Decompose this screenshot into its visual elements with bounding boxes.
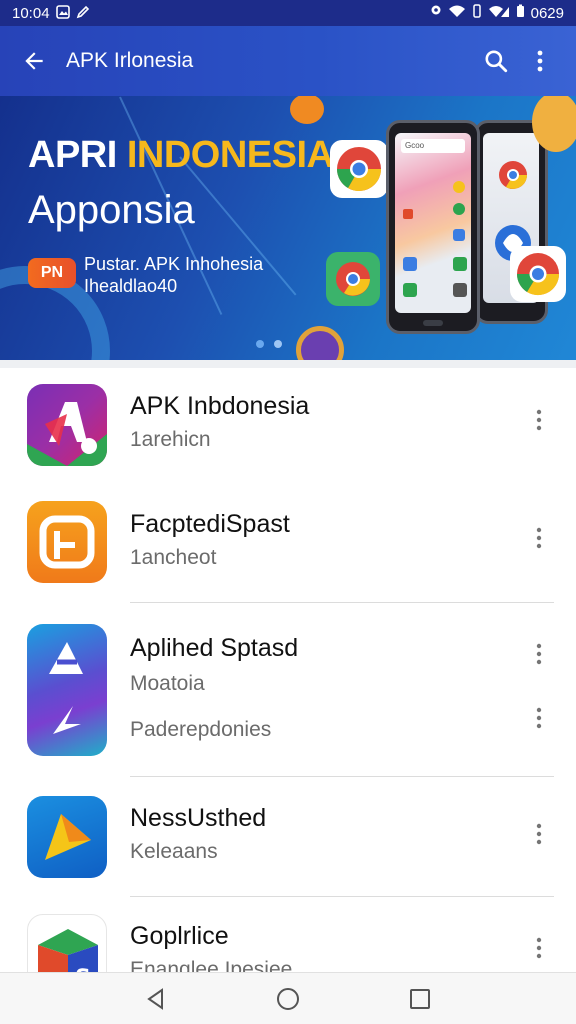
- phone-mockup-front: Gcoo: [386, 120, 480, 334]
- app-more-button[interactable]: [524, 930, 554, 966]
- list-item[interactable]: NessUsthed Keleaans: [0, 778, 576, 897]
- square-recents-icon: [410, 988, 430, 1009]
- list-item[interactable]: Aplihed Sptasd Moatoia Paderepdonies: [0, 604, 576, 778]
- app-subtitle: Moatoia: [130, 672, 205, 695]
- back-button[interactable]: [14, 41, 54, 81]
- location-icon: [430, 4, 442, 22]
- more-vert-icon: [537, 50, 543, 72]
- search-button[interactable]: [474, 39, 518, 83]
- circle-home-icon: [277, 987, 299, 1010]
- promo-banner[interactable]: APRI INDONESIA Apponsia PN Pustar. APK I…: [0, 96, 576, 360]
- image-notification-icon: [55, 5, 70, 21]
- banner-tagline-1: Pustar. APK Inhohesia: [84, 254, 264, 274]
- list-item[interactable]: APK Inbdonesia 1arehicn: [0, 368, 576, 486]
- battery-text: 0629: [530, 4, 564, 22]
- app-name: Goplrlice: [130, 922, 229, 950]
- more-vert-icon: [536, 409, 542, 431]
- banner-title-white: APRI: [28, 134, 117, 176]
- app-bar-title: APK Irlonesia: [66, 49, 194, 72]
- arrow-left-icon: [25, 52, 43, 70]
- page-dot[interactable]: [274, 340, 282, 348]
- signal-icon: [488, 4, 510, 22]
- banner-title-yellow: INDONESIA: [126, 134, 334, 176]
- more-vert-icon: [536, 937, 542, 959]
- more-vert-icon: [536, 823, 542, 845]
- chrome-green-icon: [326, 252, 380, 306]
- status-bar: 10:04 0629: [0, 0, 576, 26]
- phone-search-bar: Gcoo: [401, 139, 465, 153]
- status-bar-right: 0629: [430, 4, 564, 22]
- banner-title: APRI INDONESIA: [28, 134, 334, 177]
- app-bar: APK Irlonesia: [0, 26, 576, 96]
- status-bar-left: 10:04: [12, 5, 90, 22]
- row-divider: [130, 776, 554, 777]
- search-icon: [485, 50, 508, 73]
- app-icon: [27, 624, 107, 756]
- pen-notification-icon: [76, 5, 90, 21]
- app-icon: S: [27, 914, 107, 972]
- banner-subtitle: Apponsia: [28, 188, 195, 232]
- app-name: Aplihed Sptasd: [130, 634, 299, 662]
- wifi-icon: [448, 4, 466, 22]
- app-subtitle: Enanqlee Ipesiee: [130, 958, 293, 972]
- app-icon: [27, 796, 107, 878]
- app-more-button[interactable]: [524, 402, 554, 438]
- banner-tagline-2: Ihealdlao40: [84, 276, 178, 296]
- app-icon: [27, 501, 107, 583]
- app-more-button[interactable]: [524, 816, 554, 852]
- phone-home-button: [423, 320, 443, 326]
- row-divider: [130, 602, 554, 603]
- page-dot[interactable]: [256, 340, 264, 348]
- floating-app-icon: [296, 326, 344, 360]
- system-nav-bar: [0, 972, 576, 1024]
- nav-back-button[interactable]: [134, 977, 178, 1021]
- battery-icon: [516, 4, 525, 22]
- chrome-icon: [330, 140, 388, 198]
- app-subtitle-secondary: Paderepdonies: [130, 718, 272, 741]
- more-vert-icon: [536, 643, 542, 665]
- overflow-menu-button[interactable]: [518, 39, 562, 83]
- nav-home-button[interactable]: [266, 977, 310, 1021]
- nav-recents-button[interactable]: [398, 977, 442, 1021]
- app-name: NessUsthed: [130, 804, 267, 832]
- app-more-button[interactable]: [524, 636, 554, 672]
- floating-app-icon: [532, 96, 576, 152]
- app-more-button[interactable]: [524, 700, 554, 736]
- app-subtitle: 1ancheot: [130, 546, 217, 569]
- app-subtitle: 1arehicn: [130, 428, 211, 451]
- banner-badge: PN: [28, 258, 76, 288]
- app-more-button[interactable]: [524, 520, 554, 556]
- app-subtitle: Keleaans: [130, 840, 218, 863]
- more-vert-icon: [536, 527, 542, 549]
- more-vert-icon: [536, 707, 542, 729]
- app-icon: [27, 384, 107, 466]
- triangle-back-icon: [147, 987, 163, 1010]
- app-name: FacptediSpast: [130, 510, 290, 538]
- banner-page-indicator: [256, 340, 282, 348]
- vibrate-icon: [472, 4, 482, 22]
- chrome-icon: [510, 246, 566, 302]
- list-item[interactable]: FacptediSpast 1ancheot: [0, 486, 576, 604]
- list-item[interactable]: S Goplrlice Enanqlee Ipesiee: [0, 896, 576, 972]
- app-name: APK Inbdonesia: [130, 392, 310, 420]
- status-time: 10:04: [12, 4, 50, 22]
- section-divider: [0, 360, 576, 368]
- floating-app-icon: [290, 96, 324, 124]
